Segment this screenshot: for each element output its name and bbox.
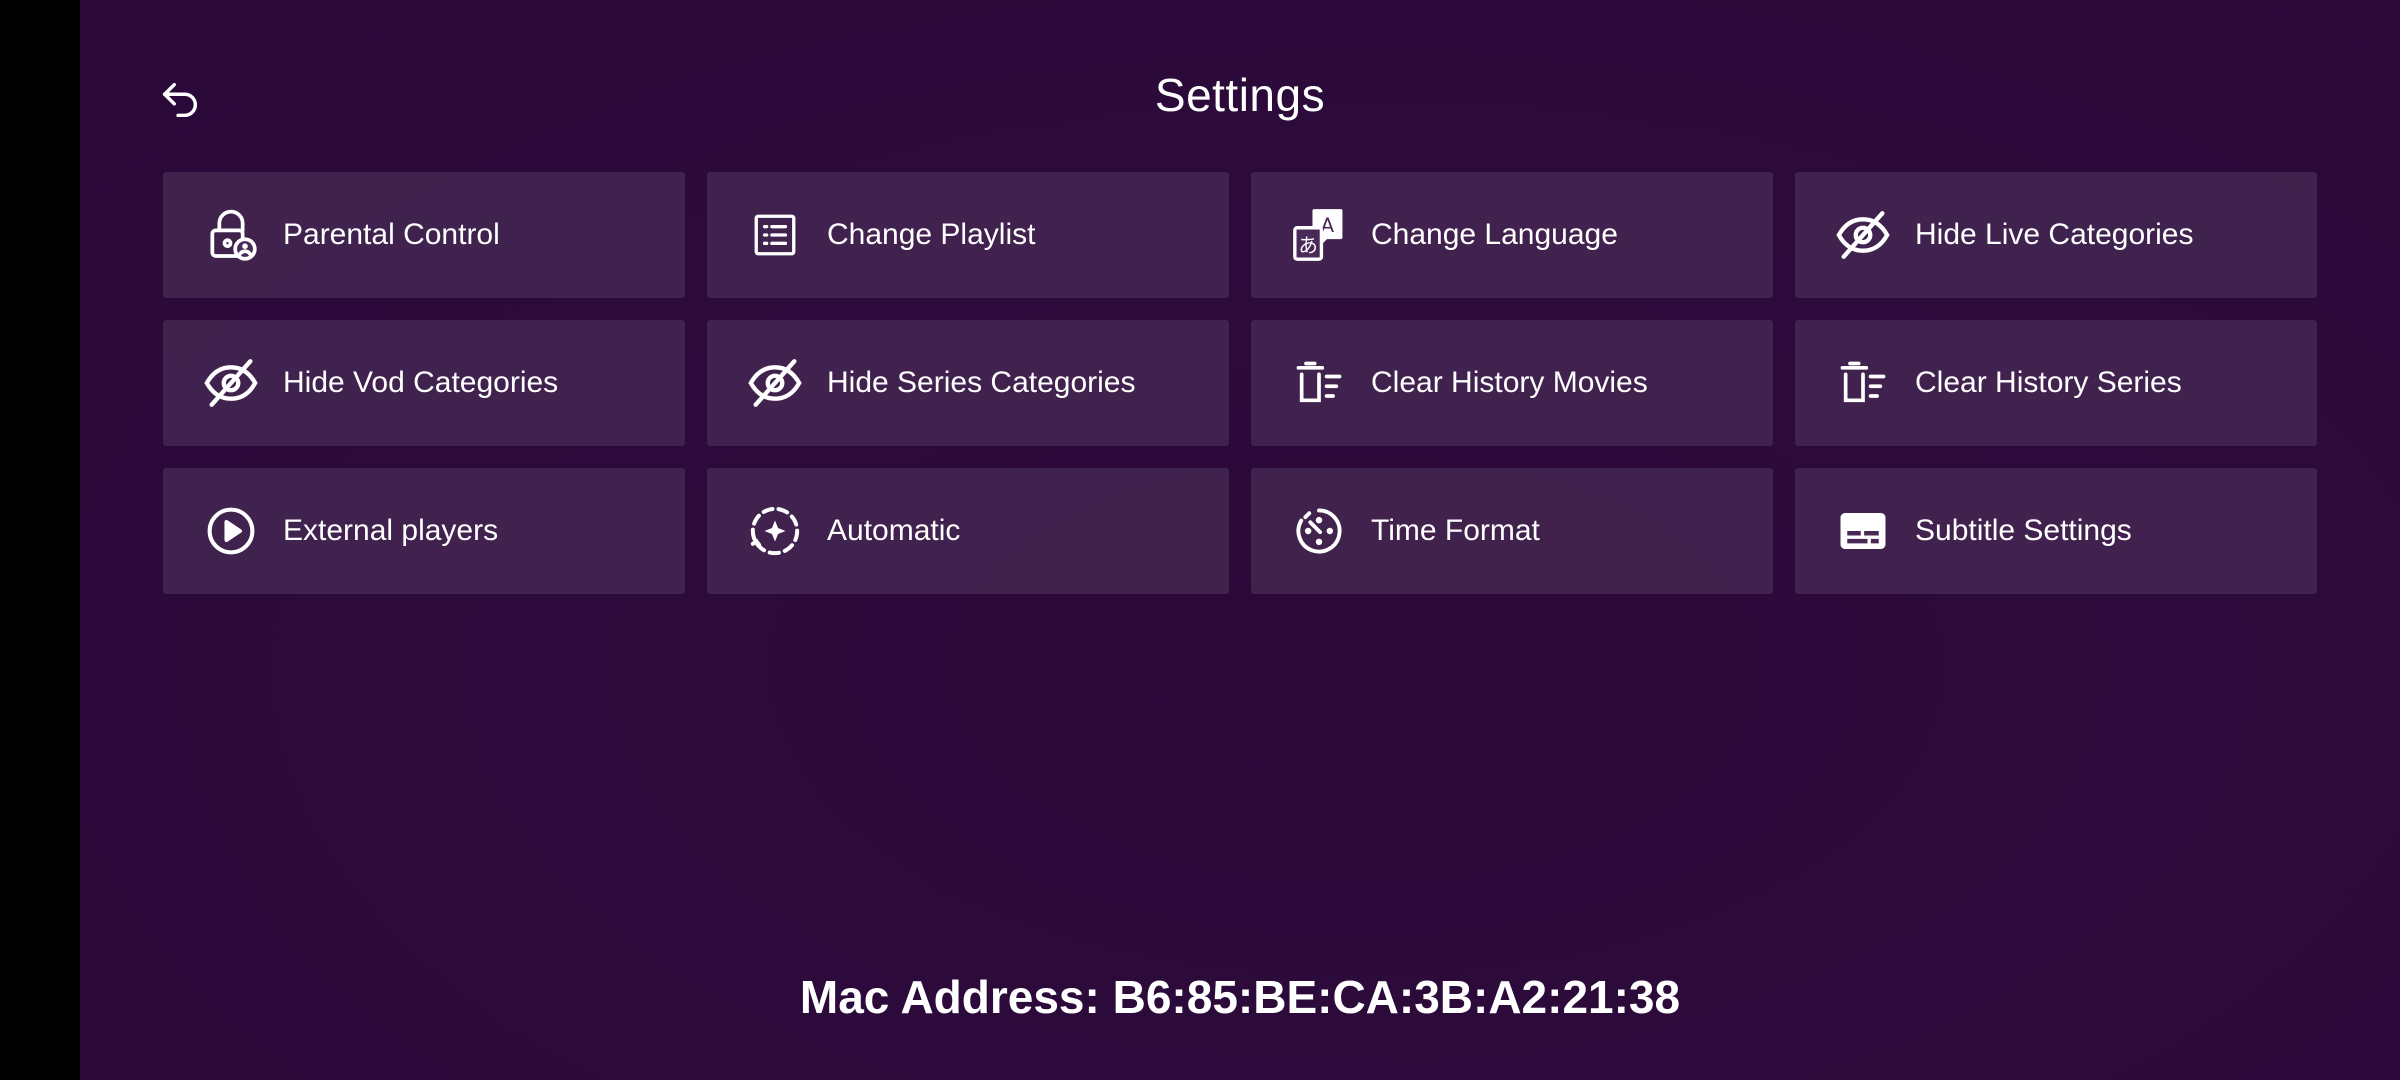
tile-label: Change Playlist — [827, 218, 1036, 251]
tile-label: Automatic — [827, 514, 961, 547]
translate-icon: A あ — [1289, 205, 1349, 265]
list-icon — [745, 205, 805, 265]
change-language-tile[interactable]: A あ Change Language — [1251, 172, 1773, 298]
clear-history-movies-tile[interactable]: Clear History Movies — [1251, 320, 1773, 446]
mac-address: Mac Address: B6:85:BE:CA:3B:A2:21:38 — [799, 971, 1681, 1023]
auto-sync-icon — [745, 501, 805, 561]
tile-label: Hide Vod Categories — [283, 366, 559, 399]
subtitles-icon — [1833, 501, 1893, 561]
settings-screen: Settings Parental Control Change Playlis… — [80, 0, 2400, 1080]
clear-history-series-tile[interactable]: Clear History Series — [1795, 320, 2317, 446]
external-players-tile[interactable]: External players — [163, 468, 685, 594]
tile-label: Parental Control — [283, 218, 500, 251]
play-circle-icon — [201, 501, 261, 561]
time-format-tile[interactable]: Time Format — [1251, 468, 1773, 594]
eye-off-icon — [201, 353, 261, 413]
settings-grid: Parental Control Change Playlist A あ Cha… — [163, 172, 2319, 594]
tile-label: Time Format — [1371, 514, 1540, 547]
delete-list-icon — [1833, 353, 1893, 413]
tile-label: Clear History Series — [1915, 366, 2182, 399]
tile-label: External players — [283, 514, 499, 547]
hide-series-categories-tile[interactable]: Hide Series Categories — [707, 320, 1229, 446]
clock-dashed-icon — [1289, 501, 1349, 561]
tile-label: Change Language — [1371, 218, 1618, 251]
page-title: Settings — [1154, 69, 1326, 121]
tile-label: Hide Live Categories — [1915, 218, 2194, 251]
eye-off-icon — [1833, 205, 1893, 265]
tile-label: Hide Series Categories — [827, 366, 1136, 399]
left-black-bar — [0, 0, 80, 1080]
hide-vod-categories-tile[interactable]: Hide Vod Categories — [163, 320, 685, 446]
subtitle-settings-tile[interactable]: Subtitle Settings — [1795, 468, 2317, 594]
eye-off-icon — [745, 353, 805, 413]
svg-text:あ: あ — [1298, 234, 1317, 257]
delete-list-icon — [1289, 353, 1349, 413]
lock-user-icon — [201, 205, 261, 265]
tile-label: Clear History Movies — [1371, 366, 1648, 399]
automatic-tile[interactable]: Automatic — [707, 468, 1229, 594]
hide-live-categories-tile[interactable]: Hide Live Categories — [1795, 172, 2317, 298]
change-playlist-tile[interactable]: Change Playlist — [707, 172, 1229, 298]
parental-control-tile[interactable]: Parental Control — [163, 172, 685, 298]
tile-label: Subtitle Settings — [1915, 514, 2132, 547]
